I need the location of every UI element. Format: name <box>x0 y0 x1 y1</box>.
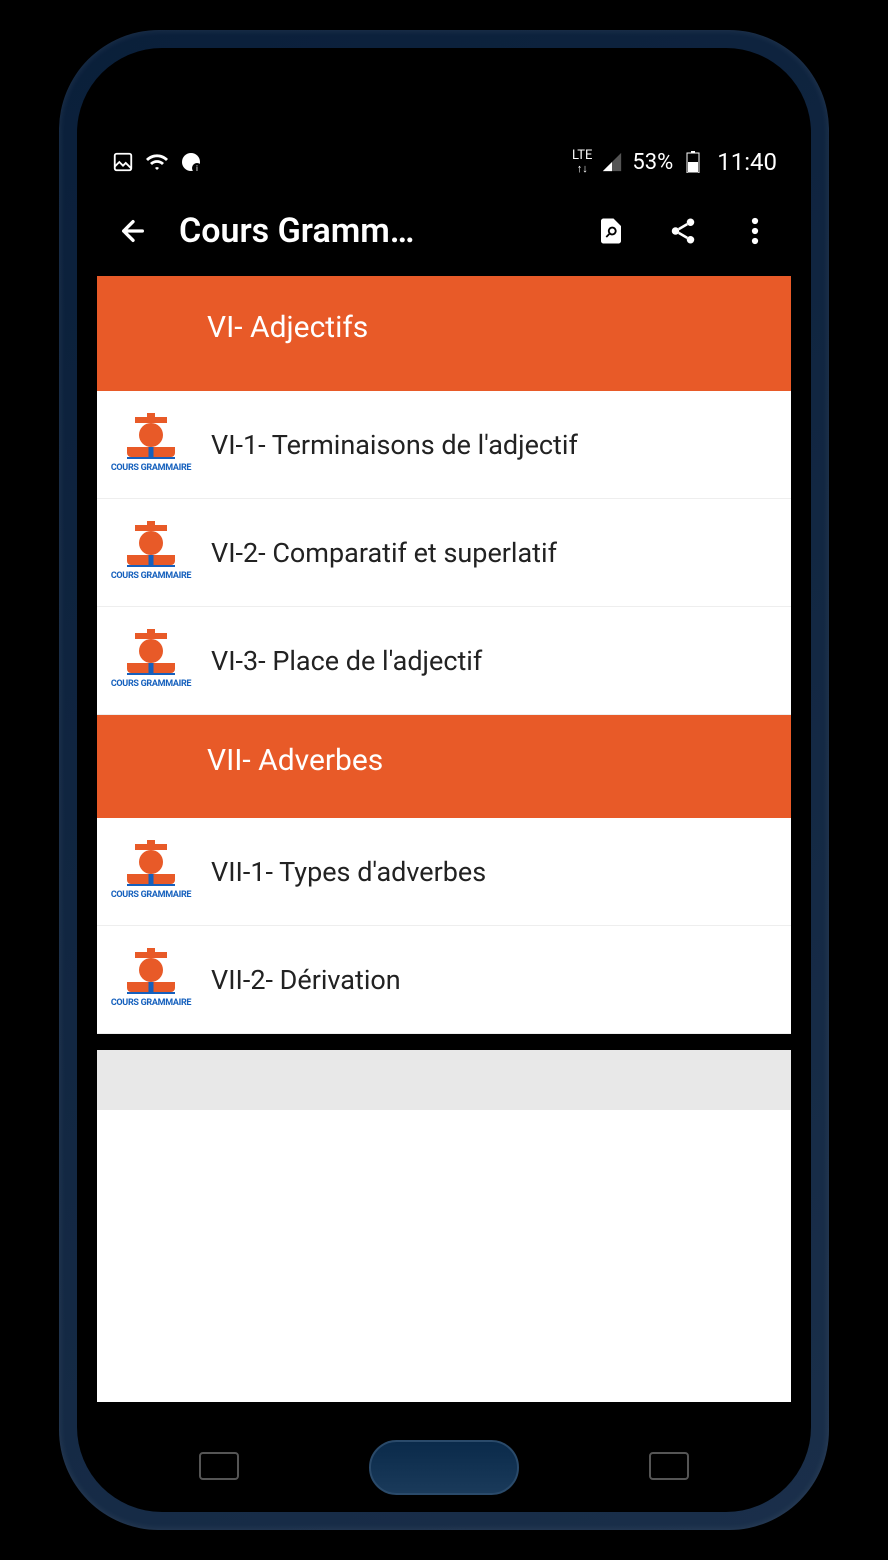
back-button[interactable] <box>111 209 155 253</box>
battery-percent: 53% <box>632 150 673 175</box>
list-item[interactable]: COURS GRAMMAIRE VII-2- Dérivation <box>97 926 791 1034</box>
lte-label: LTE <box>572 148 592 163</box>
thumb-label: COURS GRAMMAIRE <box>111 998 191 1008</box>
more-button[interactable] <box>733 209 777 253</box>
thumb-label: COURS GRAMMAIRE <box>111 463 191 473</box>
signal-icon <box>600 150 624 174</box>
thumb-label: COURS GRAMMAIRE <box>111 679 191 689</box>
phone-frame: i LTE ↑↓ 53% 11:40 <box>59 30 829 1530</box>
screen: i LTE ↑↓ 53% 11:40 <box>97 138 791 1402</box>
clock: 11:40 <box>717 148 777 176</box>
search-in-page-button[interactable] <box>589 209 633 253</box>
list-item-label: VI-1- Terminaisons de l'adjectif <box>211 429 578 461</box>
list-item-label: VII-1- Types d'adverbes <box>211 856 486 888</box>
course-thumbnail: COURS GRAMMAIRE <box>115 407 187 483</box>
course-thumbnail: COURS GRAMMAIRE <box>115 623 187 699</box>
section-header: VII- Adverbes <box>97 715 791 818</box>
thumb-label: COURS GRAMMAIRE <box>111 571 191 581</box>
list-item[interactable]: COURS GRAMMAIRE VI-1- Terminaisons de l'… <box>97 391 791 499</box>
content-list[interactable]: VI- Adjectifs COURS GRAMMAIRE VI-1- Term… <box>97 276 791 1402</box>
image-icon <box>111 150 135 174</box>
list-item-label: VII-2- Dérivation <box>211 964 401 996</box>
lte-indicator: LTE ↑↓ <box>572 149 592 175</box>
app-bar: Cours Gramm… <box>97 186 791 276</box>
course-thumbnail: COURS GRAMMAIRE <box>115 942 187 1018</box>
list-item[interactable]: COURS GRAMMAIRE VI-3- Place de l'adjecti… <box>97 607 791 715</box>
section-header: VI- Adjectifs <box>97 276 791 391</box>
thumb-label: COURS GRAMMAIRE <box>111 890 191 900</box>
course-thumbnail: COURS GRAMMAIRE <box>115 834 187 910</box>
recent-apps-button[interactable] <box>199 1452 239 1480</box>
svg-text:i: i <box>196 164 198 173</box>
app-title: Cours Gramm… <box>179 211 459 251</box>
sync-icon: i <box>179 150 203 174</box>
wifi-icon <box>145 150 169 174</box>
list-item-label: VI-2- Comparatif et superlatif <box>211 537 557 569</box>
back-hardware-button[interactable] <box>649 1452 689 1480</box>
course-thumbnail: COURS GRAMMAIRE <box>115 515 187 591</box>
status-bar: i LTE ↑↓ 53% 11:40 <box>97 138 791 186</box>
share-button[interactable] <box>661 209 705 253</box>
list-item[interactable]: COURS GRAMMAIRE VII-1- Types d'adverbes <box>97 818 791 926</box>
list-item[interactable]: COURS GRAMMAIRE VI-2- Comparatif et supe… <box>97 499 791 607</box>
home-button[interactable] <box>369 1440 519 1495</box>
battery-icon <box>681 150 705 174</box>
ad-placeholder <box>97 1050 791 1110</box>
list-item-label: VI-3- Place de l'adjectif <box>211 645 482 677</box>
divider <box>97 1034 791 1050</box>
